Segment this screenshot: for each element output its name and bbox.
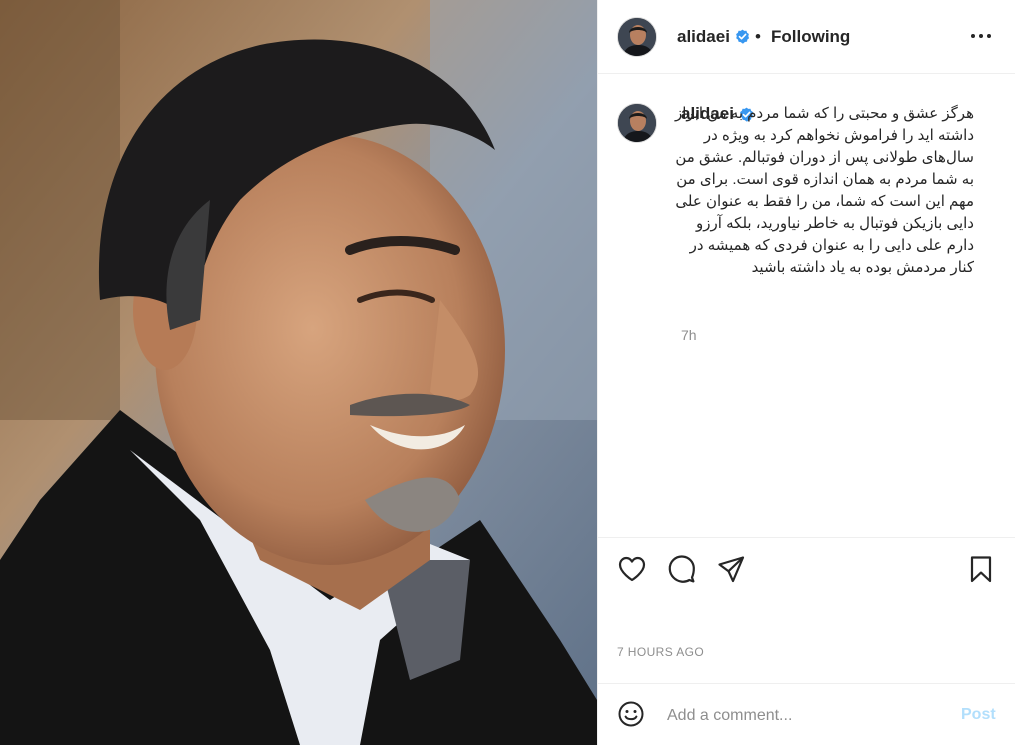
caption-author-avatar[interactable] <box>617 103 657 143</box>
post-timestamp[interactable]: 7 HOURS AGO <box>617 645 704 659</box>
following-button[interactable]: Following <box>771 27 850 47</box>
comment-box: Post <box>598 683 1015 746</box>
avatar-image <box>618 104 656 142</box>
verified-badge-icon <box>736 29 750 44</box>
header-separator: • <box>755 27 761 46</box>
post-photo-illustration <box>0 0 597 745</box>
author-username[interactable]: alidaei <box>677 27 730 47</box>
emoji-icon[interactable] <box>617 700 645 728</box>
caption-text: هرگز عشق و محبتی را که شما مردم به من اب… <box>674 105 974 276</box>
author-avatar[interactable] <box>617 17 657 57</box>
comment-input[interactable] <box>667 704 927 728</box>
paper-plane-icon[interactable] <box>716 554 746 584</box>
more-options-icon[interactable] <box>967 22 995 50</box>
post-header: alidaei • Following <box>598 0 1015 74</box>
post-sidebar: alidaei • Following alidaei هرگز عشق و م… <box>597 0 1015 745</box>
caption-time-ago[interactable]: 7h <box>681 327 697 343</box>
post-photo[interactable] <box>0 0 597 745</box>
avatar-image <box>618 18 656 56</box>
post-actions <box>598 537 1015 598</box>
post-modal: alidaei • Following alidaei هرگز عشق و م… <box>0 0 1015 745</box>
heart-icon[interactable] <box>617 554 647 584</box>
post-comment-button[interactable]: Post <box>961 706 996 724</box>
comment-icon[interactable] <box>666 554 696 584</box>
bookmark-icon[interactable] <box>966 554 996 584</box>
